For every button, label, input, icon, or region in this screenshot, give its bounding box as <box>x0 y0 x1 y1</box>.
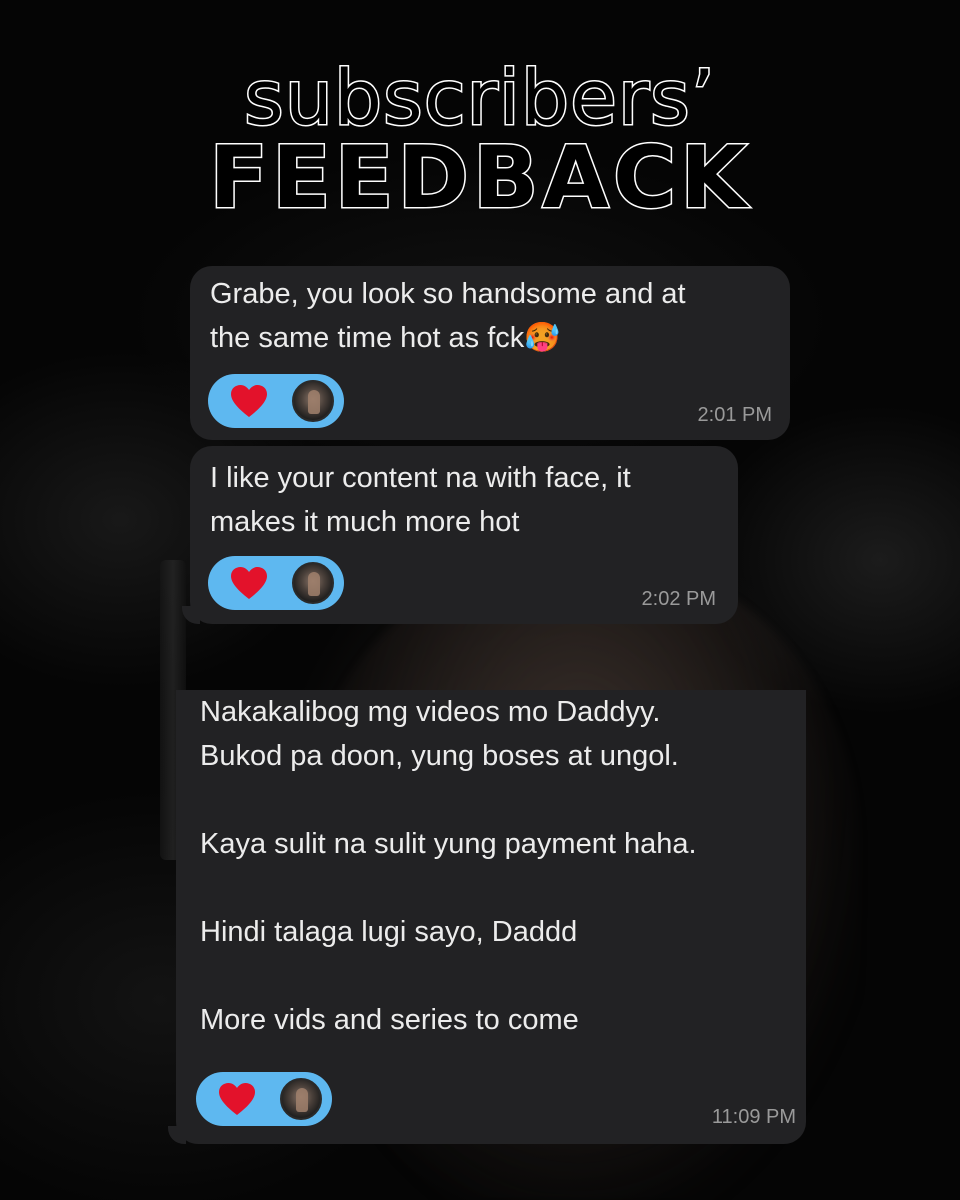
reactor-avatar <box>292 562 334 604</box>
message-text: Nakakalibog mg videos mo Daddyy. Bukod p… <box>200 696 697 1036</box>
heart-icon <box>231 567 267 599</box>
message-bubble-1[interactable]: Grabe, you look so handsome and at the s… <box>190 266 790 440</box>
message-timestamp: 11:09 PM <box>711 1106 796 1128</box>
heart-icon <box>219 1083 255 1115</box>
reactor-avatar <box>280 1078 322 1120</box>
reaction-pill[interactable] <box>208 556 344 610</box>
message-timestamp: 2:01 PM <box>697 404 772 426</box>
reactor-avatar <box>292 380 334 422</box>
bubble-tail <box>168 1126 186 1144</box>
message-bubble-2[interactable]: I like your content na with face, it mak… <box>190 446 738 624</box>
title-feedback: FEEDBACK <box>208 128 751 228</box>
message-timestamp: 2:02 PM <box>641 588 716 610</box>
message-bubble-3[interactable]: Nakakalibog mg videos mo Daddyy. Bukod p… <box>176 690 806 1144</box>
reaction-pill[interactable] <box>196 1072 332 1126</box>
feedback-page: subscribers’ FEEDBACK Grabe, you look so… <box>0 0 960 1200</box>
reaction-pill[interactable] <box>208 374 344 428</box>
heart-icon <box>231 385 267 417</box>
message-text: I like your content na with face, it mak… <box>210 462 631 538</box>
message-text: Grabe, you look so handsome and at the s… <box>210 278 686 354</box>
